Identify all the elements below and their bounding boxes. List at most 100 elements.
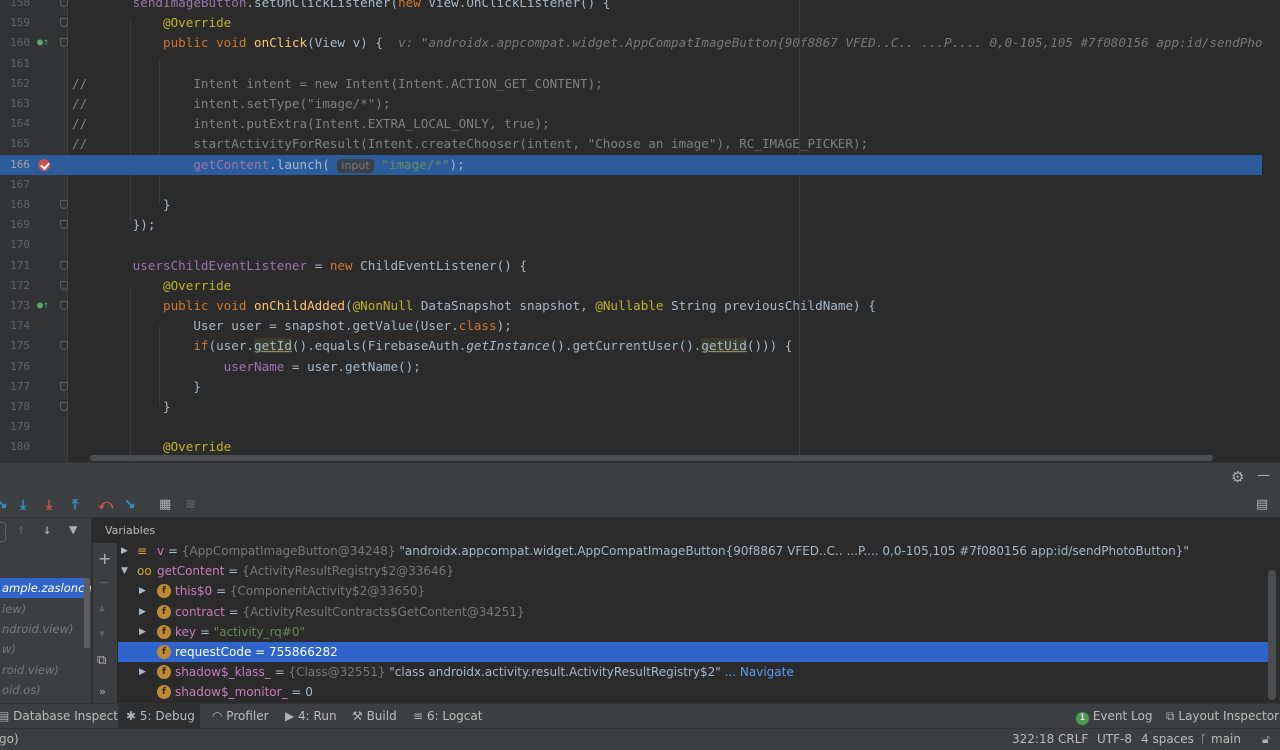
tab-run[interactable]: ▶ 4: Run [285, 704, 337, 728]
filter-icon[interactable]: ▼ [69, 522, 77, 538]
copy-icon[interactable]: ⧉ [97, 653, 106, 668]
drop-frame-icon[interactable]: ⤺ [98, 495, 113, 515]
frame-item[interactable]: w) [0, 639, 90, 659]
frame-item[interactable]: oid.os) [0, 680, 90, 700]
code-text[interactable]: } [72, 397, 171, 417]
code-text[interactable]: // startActivityForResult(Intent.createC… [72, 134, 868, 154]
tab-event-log[interactable]: 1 Event Log [1076, 704, 1152, 728]
frame-item[interactable]: ndroid.view) [0, 619, 90, 639]
code-line[interactable]: 169 }); [0, 215, 1262, 235]
line-number[interactable]: 176 [0, 357, 30, 377]
line-number[interactable]: 173 [0, 296, 30, 316]
line-number[interactable]: 165 [0, 134, 30, 154]
line-number[interactable]: 174 [0, 316, 30, 336]
move-up-icon[interactable]: ▲ [99, 603, 105, 614]
collapse-arrow-icon[interactable]: ▼ [121, 561, 128, 581]
line-number[interactable]: 168 [0, 195, 30, 215]
arrow-down-icon[interactable]: ↓ [43, 522, 51, 538]
code-line[interactable]: 166 getContent.launch( input "image/*"); [0, 154, 1262, 175]
line-number[interactable]: 169 [0, 215, 30, 235]
step-into-icon[interactable]: ⤓ [20, 495, 26, 515]
file-encoding[interactable]: UTF-8 [1097, 729, 1132, 749]
code-line[interactable]: 174 User user = snapshot.getValue(User.c… [0, 316, 1262, 336]
fold-marker-icon[interactable] [60, 18, 68, 28]
variable-row[interactable]: ▶ f this$0 = {ComponentActivity$2@33650} [118, 581, 1268, 601]
variables-scrollbar[interactable] [1268, 570, 1276, 700]
line-number[interactable]: 161 [0, 54, 30, 74]
force-step-into-icon[interactable]: ⤓ [46, 495, 52, 515]
expand-arrow-icon[interactable]: ▶ [139, 602, 146, 622]
trace-icon[interactable]: ≋ [185, 495, 196, 515]
horizontal-scrollbar[interactable] [90, 455, 1213, 461]
code-text[interactable]: } [72, 377, 201, 397]
variable-row[interactable]: f requestCode = 755866282 [118, 642, 1268, 662]
override-method-icon[interactable]: ●↑ [37, 37, 49, 49]
variable-row[interactable]: ▼ oo getContent = {ActivityResultRegistry$… [118, 561, 1268, 581]
thread-select[interactable] [0, 522, 6, 542]
move-down-icon[interactable]: ▼ [99, 629, 105, 640]
indent-setting[interactable]: 4 spaces [1141, 729, 1194, 749]
line-number[interactable]: 172 [0, 276, 30, 296]
line-number[interactable]: 167 [0, 175, 30, 195]
expand-arrow-icon[interactable]: ▶ [139, 662, 146, 682]
step-out-icon[interactable]: ⤒ [72, 495, 78, 515]
code-line[interactable]: 163 // intent.setType("image/*"); [0, 94, 1262, 114]
line-number[interactable]: 166 [0, 155, 30, 175]
expand-arrow-icon[interactable]: ▶ [139, 581, 146, 601]
frames-panel[interactable]: ↑ ↓ ▼ ample.zaslonchat iew) ndroid.view)… [0, 518, 92, 703]
line-number[interactable]: 162 [0, 74, 30, 94]
code-line[interactable]: 175 if(user.getId().equals(FirebaseAuth.… [0, 336, 1262, 356]
code-text[interactable]: if(user.getId().equals(FirebaseAuth.getI… [72, 336, 792, 356]
code-line[interactable]: 159 @Override [0, 13, 1262, 33]
code-line[interactable]: 179 [0, 417, 1262, 437]
line-number[interactable]: 164 [0, 114, 30, 134]
line-number[interactable]: 175 [0, 336, 30, 356]
code-line[interactable]: 176 userName = user.getName(); [0, 357, 1262, 377]
frame-item[interactable]: iew) [0, 599, 90, 619]
tab-build[interactable]: ⚒ Build [352, 704, 397, 728]
fold-marker-icon[interactable] [60, 200, 68, 209]
fold-marker-icon[interactable] [60, 381, 68, 391]
line-number[interactable]: 177 [0, 377, 30, 397]
line-number[interactable]: 159 [0, 13, 30, 33]
line-number[interactable]: 158 [0, 0, 30, 13]
caret-position[interactable]: 322:18 [1012, 729, 1054, 749]
remove-watch-icon[interactable]: − [98, 575, 110, 591]
code-line[interactable]: 172 @Override [0, 276, 1262, 296]
line-number[interactable]: 170 [0, 235, 30, 255]
more-icon[interactable]: » [99, 685, 106, 698]
code-line[interactable]: 177 } [0, 377, 1262, 397]
tab-profiler[interactable]: ◠ Profiler [212, 704, 269, 728]
layout-icon[interactable]: ▤ [1256, 495, 1268, 515]
lock-icon[interactable]: 🔓︎ [1262, 729, 1270, 749]
line-number[interactable]: 179 [0, 417, 30, 437]
code-text[interactable]: // intent.setType("image/*"); [72, 94, 390, 114]
code-text[interactable]: @Override [72, 13, 231, 33]
line-number[interactable]: 160 [0, 33, 30, 53]
fold-marker-icon[interactable] [60, 341, 68, 351]
code-text[interactable]: // Intent intent = new Intent(Intent.ACT… [72, 74, 603, 94]
code-line[interactable]: 161 [0, 54, 1262, 74]
code-line[interactable]: 165 // startActivityForResult(Intent.crea… [0, 134, 1262, 154]
variable-row[interactable]: ▶ ≡ v = {AppCompatImageButton@34248} "andr… [118, 543, 1268, 561]
code-text[interactable]: User user = snapshot.getValue(User.class… [72, 316, 511, 336]
code-line[interactable]: 167 [0, 175, 1262, 195]
step-over-icon[interactable]: ↘ [0, 495, 8, 515]
variable-row[interactable]: ▶ f contract = {ActivityResultContracts$Ge… [118, 602, 1268, 622]
code-line[interactable]: 168 } [0, 195, 1262, 215]
code-text[interactable]: getContent.launch( input "image/*"); [72, 155, 465, 175]
fold-marker-icon[interactable] [60, 0, 68, 7]
tab-logcat[interactable]: ≡ 6: Logcat [413, 704, 482, 728]
status-message[interactable]: go) [0, 729, 19, 749]
gear-icon[interactable]: ⚙ [1231, 468, 1244, 486]
variable-row[interactable]: ▶ f key = "activity_rq#0" [118, 622, 1268, 642]
git-branch[interactable]: ᚴ main [1200, 729, 1241, 749]
frame-item[interactable]: roid.view) [0, 660, 90, 680]
code-text[interactable]: sendImageButton.setOnClickListener(new V… [72, 0, 611, 13]
expand-arrow-icon[interactable]: ▶ [139, 622, 146, 642]
fold-marker-icon[interactable] [60, 260, 68, 270]
run-to-cursor-icon[interactable]: ↘ [124, 495, 136, 515]
fold-marker-icon[interactable] [60, 220, 68, 230]
fold-marker-icon[interactable] [60, 38, 68, 48]
code-text[interactable]: userName = user.getName(); [72, 357, 421, 377]
